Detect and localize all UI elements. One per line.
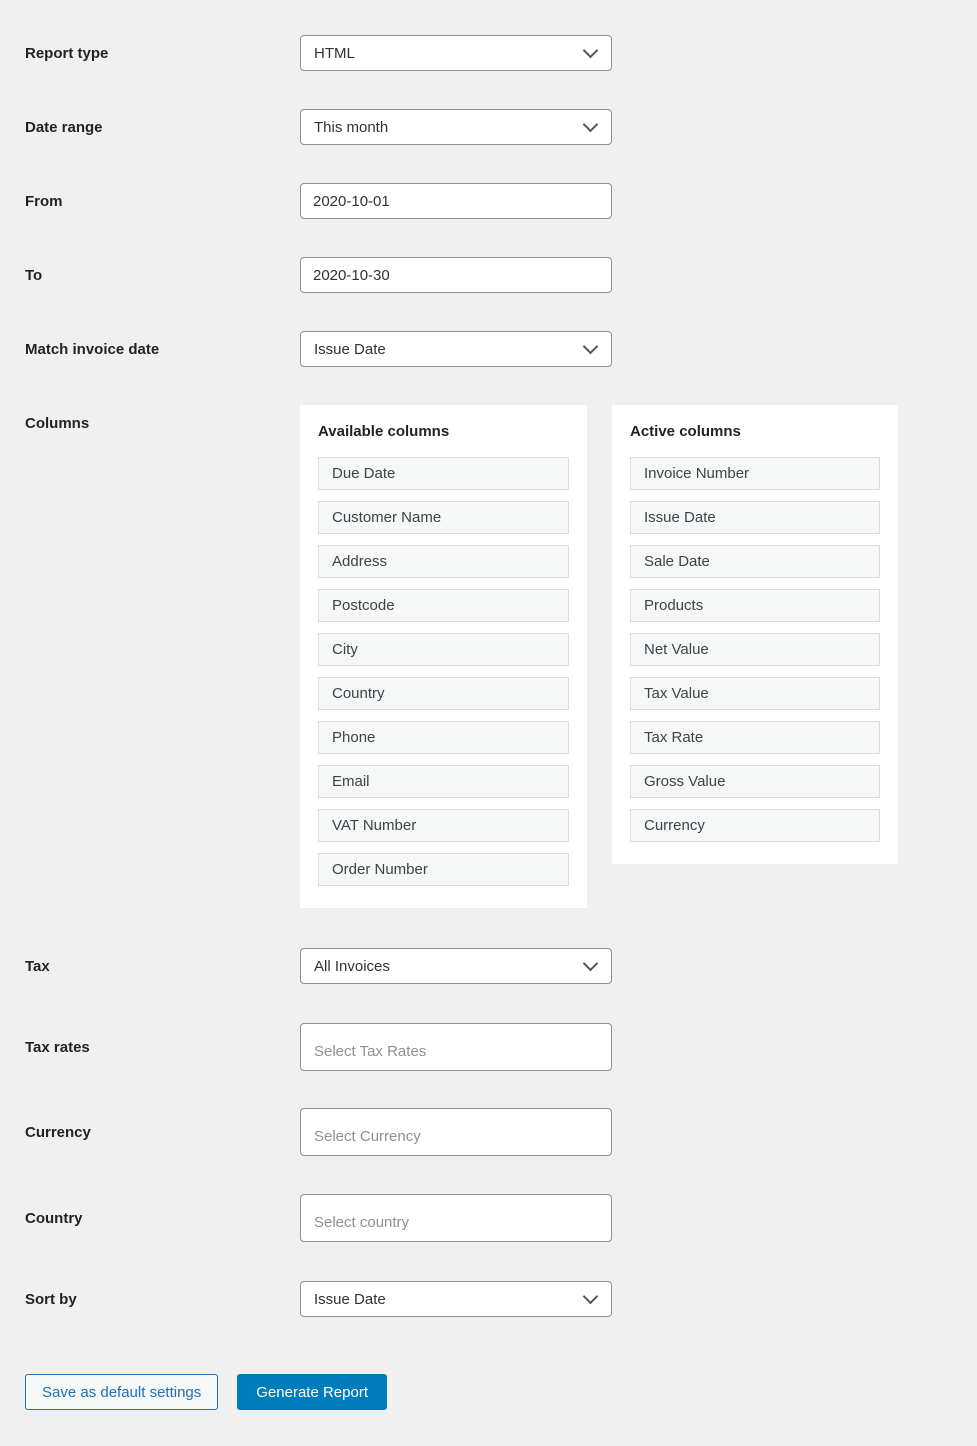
column-chip[interactable]: Sale Date	[630, 545, 880, 578]
active-columns-title: Active columns	[630, 423, 741, 440]
column-chip[interactable]: Currency	[630, 809, 880, 842]
tax-selected-value: All Invoices	[314, 957, 390, 975]
columns-panels: Available columns Due Date Customer Name A…	[300, 405, 898, 908]
currency-multiselect-input[interactable]	[300, 1108, 612, 1156]
chevron-down-icon	[582, 42, 599, 59]
columns-label: Columns	[25, 415, 90, 432]
save-default-settings-button[interactable]: Save as default settings	[25, 1374, 219, 1410]
column-chip[interactable]: Order Number	[318, 853, 569, 886]
column-chip[interactable]: Tax Rate	[630, 721, 880, 754]
available-columns-panel: Available columns Due Date Customer Name A…	[300, 405, 587, 908]
available-columns-list: Due Date Customer Name Address Postcode City…	[318, 457, 569, 886]
from-label: From	[25, 192, 63, 210]
column-chip[interactable]: Phone	[318, 721, 569, 754]
form-row-columns: Columns Available columns Due Date Custom…	[25, 405, 952, 908]
report-type-label: Report type	[25, 44, 109, 62]
form-row-tax: Tax All Invoices	[25, 948, 952, 984]
column-chip[interactable]: Issue Date	[630, 501, 880, 534]
chevron-down-icon	[582, 1288, 599, 1305]
match-invoice-date-select[interactable]: Issue Date	[300, 331, 612, 367]
from-date-input[interactable]	[300, 183, 612, 219]
form-row-sort-by: Sort by Issue Date	[25, 1281, 952, 1317]
chevron-down-icon	[582, 955, 599, 972]
form-row-match-invoice-date: Match invoice date Issue Date	[25, 331, 952, 367]
to-date-input[interactable]	[300, 257, 612, 293]
date-range-selected-value: This month	[314, 118, 389, 136]
to-label: To	[25, 266, 43, 284]
column-chip[interactable]: City	[318, 633, 569, 666]
column-chip[interactable]: Postcode	[318, 589, 569, 622]
tax-select[interactable]: All Invoices	[300, 948, 612, 984]
sort-by-selected-value: Issue Date	[314, 1290, 386, 1308]
active-columns-panel: Active columns Invoice Number Issue Date S…	[612, 405, 898, 864]
form-row-currency: Currency	[25, 1108, 952, 1156]
column-chip[interactable]: Customer Name	[318, 501, 569, 534]
column-chip[interactable]: Gross Value	[630, 765, 880, 798]
column-chip[interactable]: Net Value	[630, 633, 880, 666]
country-label: Country	[25, 1209, 83, 1227]
tax-rates-multiselect-input[interactable]	[300, 1023, 612, 1071]
currency-label: Currency	[25, 1123, 91, 1141]
column-chip[interactable]: Country	[318, 677, 569, 710]
report-type-selected-value: HTML	[314, 44, 355, 62]
date-range-label: Date range	[25, 118, 103, 136]
form-actions: Save as default settings Generate Report	[25, 1374, 952, 1410]
report-settings-page: Report type HTML Date range This month F…	[0, 0, 977, 1441]
chevron-down-icon	[582, 338, 599, 355]
report-type-select[interactable]: HTML	[300, 35, 612, 71]
generate-report-button[interactable]: Generate Report	[237, 1374, 387, 1410]
column-chip[interactable]: Products	[630, 589, 880, 622]
active-columns-list: Invoice Number Issue Date Sale Date Product…	[630, 457, 880, 842]
available-columns-title: Available columns	[318, 423, 450, 440]
column-chip[interactable]: Due Date	[318, 457, 569, 490]
date-range-select[interactable]: This month	[300, 109, 612, 145]
column-chip[interactable]: VAT Number	[318, 809, 569, 842]
form-row-report-type: Report type HTML	[25, 35, 952, 71]
tax-rates-label: Tax rates	[25, 1038, 90, 1056]
chevron-down-icon	[582, 116, 599, 133]
country-multiselect-input[interactable]	[300, 1194, 612, 1242]
form-row-country: Country	[25, 1194, 952, 1242]
match-invoice-date-label: Match invoice date	[25, 340, 160, 358]
form-row-from: From	[25, 183, 952, 219]
form-row-date-range: Date range This month	[25, 109, 952, 145]
tax-label: Tax	[25, 957, 50, 975]
sort-by-select[interactable]: Issue Date	[300, 1281, 612, 1317]
column-chip[interactable]: Invoice Number	[630, 457, 880, 490]
column-chip[interactable]: Address	[318, 545, 569, 578]
column-chip[interactable]: Email	[318, 765, 569, 798]
form-row-to: To	[25, 257, 952, 293]
sort-by-label: Sort by	[25, 1290, 77, 1308]
match-invoice-date-selected-value: Issue Date	[314, 340, 386, 358]
form-row-tax-rates: Tax rates	[25, 1023, 952, 1071]
column-chip[interactable]: Tax Value	[630, 677, 880, 710]
